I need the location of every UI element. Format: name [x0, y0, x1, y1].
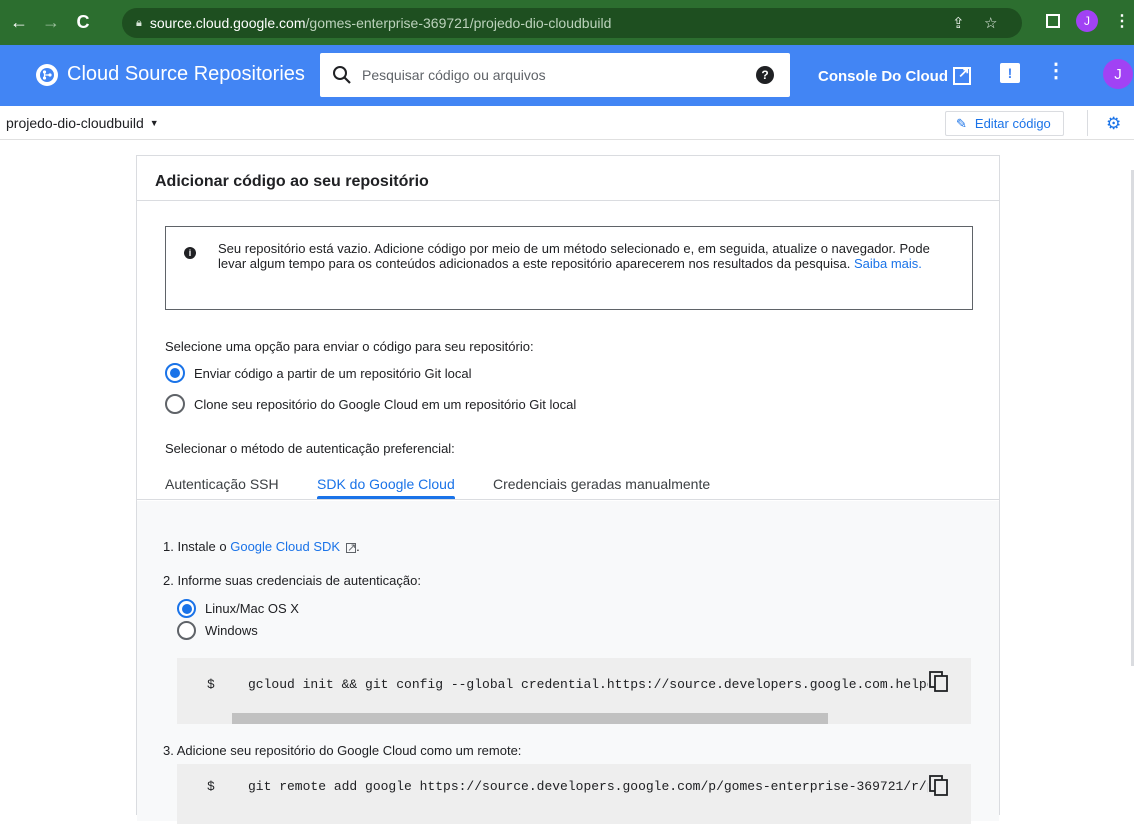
app-title[interactable]: Cloud Source Repositories [67, 63, 305, 86]
copy-icon[interactable] [929, 775, 949, 797]
option-push-local[interactable]: Enviar código a partir de um repositório… [165, 363, 471, 383]
browser-menu-icon[interactable]: ⋮ [1114, 11, 1130, 31]
shell-prompt: $ [207, 779, 215, 794]
console-link-label: Console Do Cloud [818, 67, 948, 85]
repo-selector[interactable]: projedo-dio-cloudbuild ▼ [6, 115, 159, 131]
option-prompt: Selecione uma opção para enviar o código… [165, 339, 534, 354]
console-link[interactable]: Console Do Cloud [818, 64, 971, 85]
pencil-icon: ✎ [956, 115, 967, 131]
repo-toolbar: projedo-dio-cloudbuild ▼ ✎ Editar código… [0, 106, 1134, 140]
search-box: ? [320, 53, 790, 97]
info-icon: i [184, 247, 196, 259]
search-icon [333, 66, 351, 84]
os-windows-label: Windows [205, 623, 258, 638]
edit-code-label: Editar código [974, 116, 1051, 131]
step-2: 2. Informe suas credenciais de autentica… [163, 573, 421, 588]
notice-text: Seu repositório está vazio. Adicione cód… [218, 241, 958, 271]
option-clone[interactable]: Clone seu repositório do Google Cloud em… [165, 394, 576, 414]
card-title: Adicionar código ao seu repositório [155, 173, 429, 190]
cloud-sdk-link[interactable]: Google Cloud SDK [230, 539, 340, 554]
browser-chrome: ← → C 🔒︎ source.cloud.google.com/gomes-e… [0, 0, 1134, 45]
open-in-new-icon [953, 64, 971, 85]
repo-name: projedo-dio-cloudbuild [6, 115, 144, 131]
feedback-icon[interactable]: ! [1000, 63, 1020, 83]
external-link-icon: ↗ [346, 542, 357, 554]
cloud-source-logo-icon[interactable] [36, 64, 58, 86]
url-host: source.cloud.google.com [149, 15, 306, 31]
app-header: Cloud Source Repositories ? Console Do C… [0, 45, 1134, 106]
remote-command[interactable]: git remote add google https://source.dev… [248, 779, 928, 794]
horizontal-scrollbar[interactable] [232, 713, 828, 724]
learn-more-link[interactable]: Saiba mais. [854, 256, 922, 271]
radio-selected[interactable] [165, 363, 185, 383]
star-icon[interactable]: ☆ [984, 14, 997, 32]
url-path: /gomes-enterprise-369721/projedo-dio-clo… [305, 15, 612, 31]
auth-tabs: Autenticação SSH SDK do Google Cloud Cre… [137, 466, 999, 500]
step-3: 3. Adicione seu repositório do Google Cl… [163, 743, 522, 758]
share-icon[interactable]: ⇪ [952, 14, 965, 32]
cloud-sdk-panel: 1. Instale o Google Cloud SDK ↗. 2. Infor… [137, 501, 999, 824]
code-block-credentials: $ gcloud init && git config --global cre… [177, 658, 971, 724]
step-1-text: 1. Instale o [163, 539, 227, 554]
tab-manual-credentials[interactable]: Credenciais geradas manualmente [493, 476, 710, 492]
forward-arrow-icon[interactable]: → [38, 10, 64, 36]
empty-repo-notice: i Seu repositório está vazio. Adicione c… [165, 226, 973, 310]
auth-prompt: Selecionar o método de autenticação pref… [165, 441, 455, 456]
dropdown-caret-icon: ▼ [149, 118, 159, 128]
shell-prompt: $ [207, 677, 215, 692]
option-push-local-label: Enviar código a partir de um repositório… [194, 365, 472, 381]
browser-profile-avatar[interactable]: J [1076, 10, 1098, 32]
card-divider [137, 200, 999, 201]
active-tab-indicator [317, 496, 455, 499]
search-input[interactable] [362, 64, 742, 86]
address-bar[interactable]: 🔒︎ source.cloud.google.com/gomes-enterpr… [122, 8, 1022, 38]
option-clone-label: Clone seu repositório do Google Cloud em… [194, 396, 577, 412]
tab-ssh[interactable]: Autenticação SSH [165, 476, 279, 492]
os-linux-mac[interactable]: Linux/Mac OS X [177, 599, 299, 618]
radio-unselected[interactable] [177, 621, 196, 640]
gear-icon[interactable]: ⚙ [1106, 115, 1124, 133]
add-code-card: Adicionar código ao seu repositório i Se… [136, 155, 1000, 824]
more-options-icon[interactable]: ⋮ [1046, 61, 1066, 81]
credentials-command[interactable]: gcloud init && git config --global crede… [248, 677, 928, 692]
code-block-remote: $ git remote add google https://source.d… [177, 764, 971, 824]
step-1: 1. Instale o Google Cloud SDK ↗. [163, 539, 360, 554]
back-arrow-icon[interactable]: ← [6, 10, 32, 36]
os-windows[interactable]: Windows [177, 621, 258, 640]
radio-unselected[interactable] [165, 394, 185, 414]
radio-selected[interactable] [177, 599, 196, 618]
toolbar-divider [1087, 110, 1088, 136]
user-avatar[interactable]: J [1103, 59, 1133, 89]
reload-icon[interactable]: C [70, 10, 96, 36]
notice-body: Seu repositório está vazio. Adicione cód… [218, 241, 930, 271]
side-panel-icon[interactable] [1046, 14, 1060, 28]
help-icon[interactable]: ? [756, 66, 774, 84]
lock-icon: 🔒︎ [136, 16, 142, 29]
tab-cloud-sdk[interactable]: SDK do Google Cloud [317, 476, 455, 492]
os-linux-mac-label: Linux/Mac OS X [205, 601, 299, 616]
copy-icon[interactable] [929, 671, 949, 693]
edit-code-button[interactable]: ✎ Editar código [945, 111, 1064, 136]
